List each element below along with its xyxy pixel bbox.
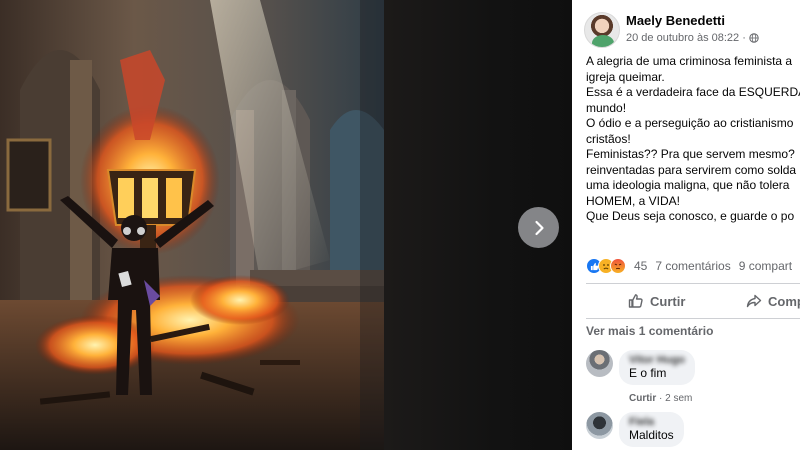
post-text-line: HOMEM, a VIDA!	[586, 193, 681, 208]
post-text-line: reinventadas para servirem como solda	[586, 162, 797, 177]
view-more-comments-link[interactable]: Ver mais 1 comentário	[586, 324, 713, 338]
comment-bubble: Vitor Hugo E o fim	[619, 350, 696, 385]
post-timestamp[interactable]: 20 de outubro às 08:22 ·	[626, 32, 746, 44]
author-avatar[interactable]	[584, 12, 620, 48]
post-text-line: cristãos!	[586, 131, 631, 146]
like-button[interactable]: Curtir	[628, 293, 685, 309]
angry-reaction-icon	[610, 258, 626, 274]
commenter-avatar[interactable]	[586, 350, 613, 377]
reaction-count[interactable]: 45	[634, 259, 647, 273]
comment-age: · 2 sem	[659, 393, 693, 404]
commenter-name[interactable]: Vitor Hugo	[629, 354, 685, 366]
comment-bubble: Fiela Malditos	[619, 412, 684, 447]
reaction-icons[interactable]	[586, 258, 626, 274]
comment-text: E o fim	[629, 366, 667, 380]
post-text-line: igreja queimar.	[586, 69, 665, 84]
thumbs-up-icon	[628, 294, 643, 308]
church-fire-photo	[0, 0, 384, 450]
commenter-avatar[interactable]	[586, 412, 613, 439]
author-name[interactable]: Maely Benedetti	[626, 13, 725, 28]
post-text-line: A alegria de uma criminosa feminista a	[586, 54, 793, 68]
post-photo	[0, 0, 384, 450]
post-actions: Curtir Comp	[586, 286, 800, 316]
post-text-line: Feministas?? Pra que servem mesmo?	[586, 147, 795, 161]
post-meta: 20 de outubro às 08:22 ·	[626, 32, 759, 44]
post-text-line: mundo!	[586, 100, 627, 115]
divider	[586, 318, 800, 319]
post-panel: Maely Benedetti 20 de outubro às 08:22 ·…	[572, 0, 800, 450]
post-stats: 45 7 comentários 9 compart	[586, 256, 800, 276]
photo-viewer	[0, 0, 572, 450]
comment-count[interactable]: 7 comentários	[655, 259, 730, 273]
share-arrow-icon	[746, 294, 762, 308]
globe-icon	[749, 33, 759, 43]
comment-text: Malditos	[629, 428, 674, 442]
post-text-line: uma ideologia maligna, que não tolera	[586, 178, 790, 192]
like-button-label: Curtir	[650, 293, 686, 309]
post-text-line: Essa é a verdadeira face da ESQUERDA	[586, 85, 800, 99]
post-text-line: Que Deus seja conosco, e guarde o po	[586, 209, 795, 223]
share-button-label: Comp	[768, 293, 800, 309]
commenter-name[interactable]: Fiela	[629, 416, 674, 428]
comment-like-link[interactable]: Curtir	[629, 393, 656, 404]
next-photo-button[interactable]	[518, 207, 559, 248]
post-text-line: O ódio e a perseguição ao cristianismo	[586, 116, 794, 130]
post-header: Maely Benedetti 20 de outubro às 08:22 ·	[584, 12, 800, 48]
share-button[interactable]: Comp	[746, 293, 800, 309]
comment-footer: Curtir · 2 sem	[629, 393, 692, 404]
post-body: A alegria de uma criminosa feminista a i…	[586, 54, 800, 225]
divider	[586, 283, 800, 284]
share-count[interactable]: 9 compart	[739, 259, 792, 273]
chevron-right-icon	[534, 220, 544, 235]
